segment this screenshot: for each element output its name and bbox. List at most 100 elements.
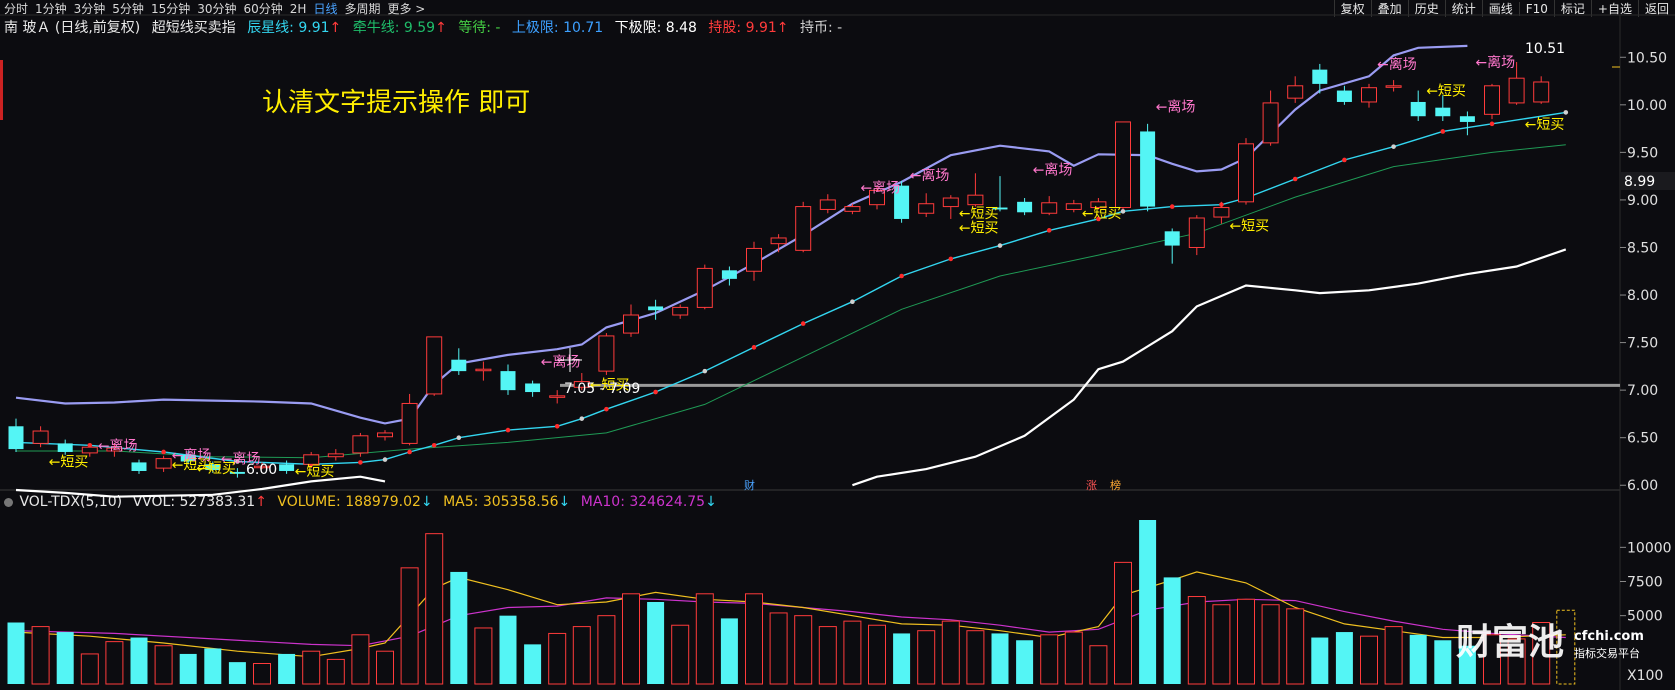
candle-body <box>1213 207 1230 218</box>
period-tab-5[interactable]: 30分钟 <box>197 2 236 16</box>
candle-body <box>303 454 320 465</box>
volume-tick-label-2: 5000 <box>1627 609 1663 625</box>
candle-body <box>1262 102 1279 144</box>
candle-body <box>106 447 123 452</box>
candle-body <box>525 383 541 393</box>
watermark-brand: 财富池 <box>1456 621 1564 663</box>
candle-body <box>1385 85 1402 88</box>
volume-bar <box>1409 634 1427 684</box>
candle-body <box>155 458 172 469</box>
candle-body <box>475 368 492 372</box>
candle-body <box>549 395 566 398</box>
volume-bar <box>524 644 542 684</box>
period-tab-2[interactable]: 3分钟 <box>74 2 106 16</box>
tool-buttons: 复权 叠加 历史 统计 画线 F10 标记 +自选 返回 <box>1333 0 1675 17</box>
volume-bar <box>376 650 394 685</box>
volume-bar <box>1286 608 1305 685</box>
tool-button-3[interactable]: 统计 <box>1444 0 1482 17</box>
candle-body <box>894 185 910 219</box>
candle-body <box>819 199 836 210</box>
volume-bar <box>278 653 296 684</box>
indicator-name[interactable]: 超短线买卖指 <box>152 20 236 36</box>
volume-indicator-name[interactable]: VOL-TDX(5,10) <box>19 494 122 510</box>
period-tab-4[interactable]: 15分钟 <box>151 2 190 16</box>
signal-buy: ←短买 <box>959 206 999 222</box>
upper-band-line <box>15 44 1468 425</box>
current-price-tag: 8.99 <box>1620 172 1675 190</box>
volume-bar <box>893 633 911 684</box>
tool-button-4[interactable]: 画线 <box>1481 0 1519 17</box>
stock-title[interactable]: 南 玻Ａ (日线,前复权) <box>4 20 140 36</box>
volume-bar <box>1237 598 1255 685</box>
candle-body <box>1041 202 1058 214</box>
candle-body <box>81 446 98 454</box>
candle-body <box>573 381 590 388</box>
trend-dot <box>604 406 609 412</box>
period-tab-6[interactable]: 60分钟 <box>244 2 283 16</box>
price-tick-label-3: 9.00 <box>1627 193 1658 209</box>
volume-bar <box>80 653 99 685</box>
trend-dot <box>235 459 240 464</box>
trend-dot <box>751 345 757 350</box>
range-label: 7.05 - 7.09 <box>564 381 640 397</box>
candle-body <box>377 432 393 438</box>
candle-body <box>57 443 73 452</box>
period-tab-1[interactable]: 1分钟 <box>35 2 67 16</box>
volume-bar <box>1089 645 1108 685</box>
tool-button-1[interactable]: 叠加 <box>1370 0 1408 17</box>
trend-dot <box>1489 121 1495 127</box>
volume-bar <box>1360 635 1378 685</box>
trend-dot <box>850 299 855 304</box>
candle-body <box>32 430 49 444</box>
candle-body <box>180 454 196 462</box>
period-tab-9[interactable]: 多周期 <box>344 2 380 16</box>
signal-leave: ←离场 <box>541 354 581 371</box>
price-tick-label-5: 8.00 <box>1627 288 1658 304</box>
trend-dot <box>407 449 412 455</box>
trend-dot <box>1219 202 1224 207</box>
volume-bar <box>1163 577 1181 684</box>
signal-buy: ←短买 <box>1082 206 1122 222</box>
kline-chart[interactable]: 10.50 10.00 9.50 9.00 8.50 8.00 7.50 7.00 6.50 6.… <box>0 0 1675 690</box>
tool-button-8[interactable]: 返回 <box>1637 0 1675 17</box>
tool-button-5[interactable]: F10 <box>1518 2 1554 16</box>
tool-button-7[interactable]: +自选 <box>1590 0 1638 17</box>
volume-bar <box>868 624 886 685</box>
signal-leave: ←离场 <box>221 451 261 468</box>
price-tick-label-0: 10.50 <box>1627 50 1667 66</box>
candle-body <box>967 194 984 206</box>
period-tab-0[interactable]: 分时 <box>4 2 28 16</box>
volume-bar <box>351 634 370 685</box>
signal-buy: ←短买 <box>172 457 212 473</box>
tool-button-2[interactable]: 历史 <box>1407 0 1445 17</box>
volume-unit: X100 <box>1627 668 1663 684</box>
volume-bar <box>326 658 345 685</box>
candle-body <box>598 335 615 372</box>
volume-bar <box>1384 626 1403 685</box>
settings-dot-icon[interactable] <box>4 497 13 507</box>
period-tab-7[interactable]: 2H <box>290 2 307 16</box>
candle-body <box>205 464 221 471</box>
volume-bar <box>154 645 173 685</box>
volume-bar <box>917 630 936 685</box>
period-tab-10[interactable]: 更多 > <box>387 2 425 16</box>
trend-dot <box>1243 195 1249 201</box>
candle-body <box>918 203 935 214</box>
event-label-zhang: 涨 <box>1086 479 1097 492</box>
volume-bar <box>695 593 714 685</box>
candle-body <box>1188 217 1205 248</box>
volume-bar <box>622 593 640 685</box>
slow-green-line <box>16 144 1566 459</box>
price-tick-label-7: 7.00 <box>1627 383 1658 399</box>
candle-body <box>623 314 639 334</box>
volume-bar <box>941 620 960 685</box>
tool-button-6[interactable]: 标记 <box>1553 0 1591 17</box>
candle-body <box>696 267 713 308</box>
period-tab-3[interactable]: 5分钟 <box>112 2 144 16</box>
candle-body <box>1435 107 1451 117</box>
period-tab-8[interactable]: 日线 <box>313 2 337 16</box>
candle-body <box>1065 203 1082 210</box>
trend-dot <box>1391 144 1396 149</box>
volume-bar <box>228 662 246 684</box>
tool-button-0[interactable]: 复权 <box>1333 0 1371 17</box>
